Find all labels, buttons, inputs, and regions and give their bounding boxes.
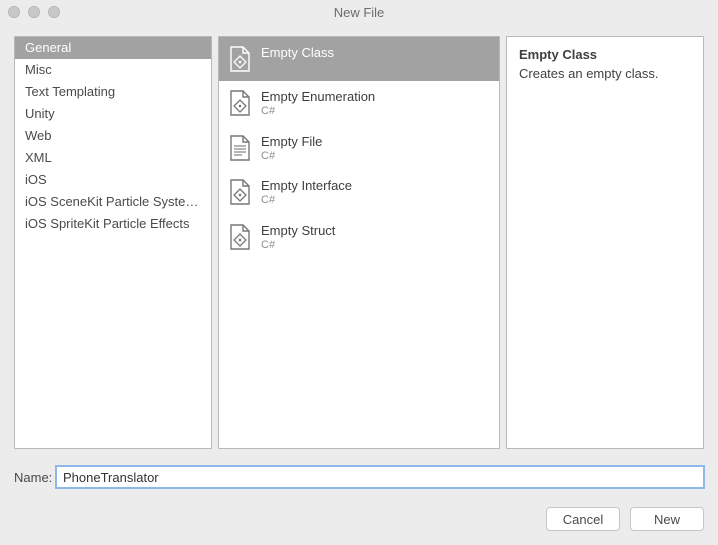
name-label: Name: [14,470,56,485]
category-item[interactable]: Misc [15,59,211,81]
class-file-icon [227,223,253,251]
template-name: Empty Struct [261,224,335,239]
button-row: Cancel New [546,507,704,531]
template-item[interactable]: Empty FileC# [219,126,499,171]
category-item[interactable]: iOS [15,169,211,191]
template-subtitle: C# [261,150,322,163]
template-text: Empty Class [261,45,334,61]
template-item[interactable]: Empty StructC# [219,215,499,260]
category-item[interactable]: XML [15,147,211,169]
template-subtitle: C# [261,105,375,118]
template-name: Empty Class [261,46,334,61]
close-window-icon[interactable] [8,6,20,18]
template-name: Empty File [261,135,322,150]
description-title: Empty Class [519,47,691,62]
content-area: GeneralMiscText TemplatingUnityWebXMLiOS… [14,36,704,449]
window-title: New File [0,5,718,20]
category-list: GeneralMiscText TemplatingUnityWebXMLiOS… [14,36,212,449]
category-item[interactable]: iOS SceneKit Particle Systems [15,191,211,213]
template-item[interactable]: Empty EnumerationC# [219,81,499,126]
template-list: Empty ClassEmpty EnumerationC#Empty File… [218,36,500,449]
template-name: Empty Enumeration [261,90,375,105]
name-input[interactable] [56,466,704,488]
template-text: Empty InterfaceC# [261,178,352,207]
description-panel: Empty Class Creates an empty class. [506,36,704,449]
category-item[interactable]: iOS SpriteKit Particle Effects [15,213,211,235]
description-text: Creates an empty class. [519,66,691,81]
category-item[interactable]: Unity [15,103,211,125]
class-file-icon [227,45,253,73]
class-file-icon [227,89,253,117]
template-text: Empty EnumerationC# [261,89,375,118]
template-item[interactable]: Empty Class [219,37,499,81]
minimize-window-icon[interactable] [28,6,40,18]
template-name: Empty Interface [261,179,352,194]
name-row: Name: [14,465,704,489]
traffic-lights [8,6,60,18]
template-subtitle: C# [261,239,335,252]
cancel-button[interactable]: Cancel [546,507,620,531]
category-item[interactable]: Web [15,125,211,147]
new-button[interactable]: New [630,507,704,531]
class-file-icon [227,178,253,206]
template-subtitle: C# [261,194,352,207]
template-text: Empty FileC# [261,134,322,163]
category-item[interactable]: Text Templating [15,81,211,103]
category-item[interactable]: General [15,37,211,59]
template-text: Empty StructC# [261,223,335,252]
titlebar: New File [0,0,718,24]
file-icon [227,134,253,162]
maximize-window-icon[interactable] [48,6,60,18]
template-item[interactable]: Empty InterfaceC# [219,170,499,215]
